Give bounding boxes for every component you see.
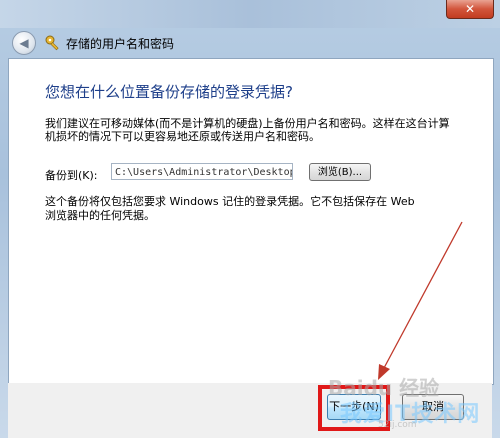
content-panel: 您想在什么位置备份存储的登录凭据? 我们建议在可移动媒体(而不是计算机的硬盘)上… — [8, 58, 494, 385]
close-icon: ✕ — [464, 2, 476, 16]
backup-to-label: 备份到(K): — [45, 169, 98, 182]
back-button[interactable]: ◀ — [12, 31, 36, 55]
description-text: 我们建议在可移动媒体(而不是计算机的硬盘)上备份用户名和密码。这样在这台计算机损… — [45, 117, 450, 143]
window-title: 存储的用户名和密码 — [66, 36, 175, 51]
watermark-url: 52ij.com — [378, 420, 417, 430]
back-arrow-icon: ◀ — [19, 36, 29, 50]
backup-note-text: 这个备份将仅包括您要求 Windows 记住的登录凭据。它不包括保存在 Web … — [45, 195, 415, 222]
window-top-strip — [0, 0, 500, 28]
backup-path-input[interactable]: C:\Users\Administrator\Desktop\S — [111, 163, 293, 180]
key-icon — [45, 35, 59, 51]
title-bar: ◀ 存储的用户名和密码 — [8, 28, 492, 58]
close-button[interactable]: ✕ — [446, 0, 494, 19]
browse-button[interactable]: 浏览(B)... — [309, 163, 371, 181]
page-heading: 您想在什么位置备份存储的登录凭据? — [45, 83, 293, 101]
